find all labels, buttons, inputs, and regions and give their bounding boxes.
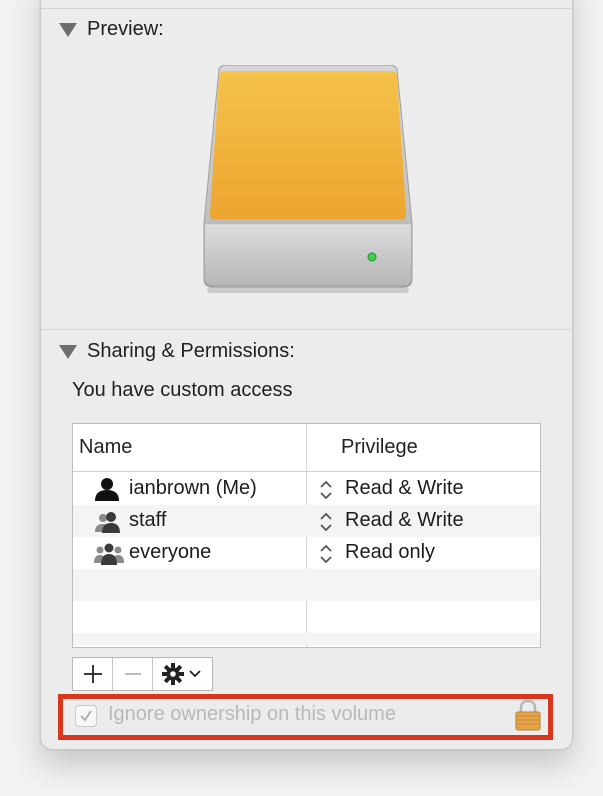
table-row[interactable]: everyone Read only — [73, 537, 540, 569]
lock-icon[interactable] — [514, 699, 542, 736]
everyone-icon — [94, 541, 124, 570]
drive-preview-image — [201, 64, 415, 302]
info-window: Preview: Sharing & Permissions: You have… — [40, 0, 573, 750]
privilege-popup[interactable]: Read only — [345, 541, 435, 564]
minus-icon — [124, 673, 141, 675]
gear-icon — [161, 663, 201, 685]
preview-header[interactable]: Preview: — [59, 18, 164, 41]
drive-led — [367, 252, 377, 262]
checkmark-icon — [80, 710, 92, 722]
access-description: You have custom access — [72, 379, 293, 401]
column-header-privilege[interactable]: Privilege — [341, 436, 418, 459]
privilege-popup[interactable]: Read & Write — [345, 477, 464, 500]
add-button[interactable] — [73, 658, 113, 690]
section-separator — [41, 329, 572, 330]
user-name: everyone — [129, 541, 212, 563]
plus-icon — [83, 665, 102, 683]
ignore-ownership-label: Ignore ownership on this volume — [108, 703, 396, 725]
external-drive-icon — [203, 64, 413, 293]
sharing-title: Sharing & Permissions: — [87, 340, 295, 362]
table-row[interactable]: ianbrown (Me) Read & Write — [73, 473, 540, 505]
disclosure-triangle-icon[interactable] — [59, 344, 77, 359]
user-name: staff — [129, 509, 167, 531]
ignore-ownership-checkbox[interactable] — [75, 705, 97, 727]
disclosure-triangle-icon[interactable] — [59, 22, 77, 37]
up-down-arrows-icon[interactable] — [319, 511, 333, 538]
action-menu-button[interactable] — [153, 658, 212, 690]
empty-row — [73, 633, 540, 645]
remove-button[interactable] — [113, 658, 153, 690]
user-name: ianbrown (Me) — [129, 477, 257, 499]
top-separator — [41, 8, 572, 9]
table-row[interactable]: staff Read & Write — [73, 505, 540, 537]
person-icon — [94, 477, 120, 506]
column-header-name[interactable]: Name — [79, 436, 132, 459]
empty-row — [73, 601, 540, 633]
sharing-header[interactable]: Sharing & Permissions: — [59, 340, 295, 363]
up-down-arrows-icon[interactable] — [319, 543, 333, 570]
ownership-row-highlight: Ignore ownership on this volume — [58, 694, 553, 740]
preview-title: Preview: — [87, 18, 164, 40]
permissions-table[interactable]: Name Privilege ianbrown (Me) Read & Writ… — [72, 423, 541, 648]
empty-row — [73, 569, 540, 601]
privilege-popup[interactable]: Read & Write — [345, 509, 464, 532]
permissions-toolbar — [72, 657, 213, 691]
up-down-arrows-icon[interactable] — [319, 479, 333, 506]
group-icon — [94, 509, 122, 538]
